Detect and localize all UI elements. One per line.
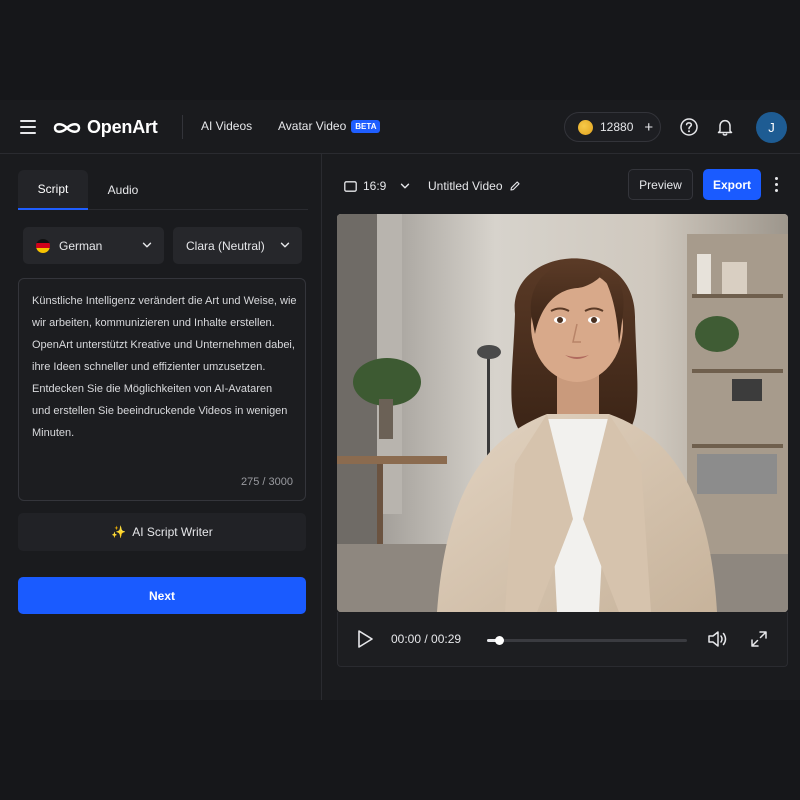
sparkles-icon: ✨: [111, 525, 127, 539]
nav-ai-videos[interactable]: AI Videos: [201, 119, 252, 133]
nav-avatar-video-label: Avatar Video: [278, 119, 347, 133]
voice-value: Clara (Neutral): [186, 238, 265, 253]
script-line: wir arbeiten, kommunizieren und Inhalte …: [32, 317, 275, 329]
script-line: ihre Ideen schneller und effizienter umz…: [32, 361, 266, 373]
player-controls: 00:00 / 00:29: [337, 612, 788, 667]
help-icon[interactable]: [679, 117, 699, 137]
nav-avatar-video[interactable]: Avatar Video BETA: [278, 119, 381, 133]
script-line: Minuten.: [32, 427, 75, 439]
tab-script-label: Script: [37, 182, 69, 196]
more-options-icon[interactable]: [775, 177, 779, 193]
preview-button-label: Preview: [639, 177, 682, 192]
export-button[interactable]: Export: [703, 169, 761, 200]
avatar-video-frame: [337, 214, 788, 612]
video-title[interactable]: Untitled Video: [428, 179, 521, 193]
script-text: Künstliche Intelligenz verändert die Art…: [32, 290, 298, 444]
voice-select[interactable]: Clara (Neutral): [173, 227, 302, 264]
logo-text: OpenArt: [87, 117, 158, 137]
video-preview[interactable]: [337, 214, 788, 612]
ai-script-writer-label: AI Script Writer: [132, 525, 213, 539]
bell-icon[interactable]: [715, 117, 735, 137]
avatar-initial: J: [768, 120, 775, 135]
fullscreen-icon[interactable]: [750, 630, 768, 648]
character-count: 275 / 3000: [241, 476, 293, 488]
seek-bar-handle[interactable]: [495, 636, 504, 645]
language-select[interactable]: German: [23, 227, 164, 264]
script-panel: Script Audio German Clara (Neutral) Küns…: [0, 154, 322, 700]
seek-bar[interactable]: [487, 636, 687, 645]
aspect-ratio-value: 16:9: [363, 179, 387, 193]
tab-script[interactable]: Script: [18, 170, 88, 210]
add-credits-button[interactable]: +: [644, 120, 653, 135]
chevron-down-icon: [280, 242, 290, 248]
script-line: OpenArt unterstützt Kreative und Unterne…: [32, 339, 295, 351]
aspect-ratio-icon: [344, 180, 357, 192]
top-bar: OpenArt AI Videos Avatar Video BETA 12880…: [0, 100, 800, 154]
play-icon[interactable]: [356, 629, 374, 649]
logo[interactable]: OpenArt: [53, 117, 158, 138]
script-line: Entdecken Sie die Möglichkeiten von AI-A…: [32, 383, 273, 395]
pencil-icon[interactable]: [509, 180, 521, 192]
coin-icon: [578, 119, 593, 135]
tab-audio[interactable]: Audio: [88, 170, 158, 210]
chevron-down-icon: [142, 242, 152, 248]
app-window: OpenArt AI Videos Avatar Video BETA 12880…: [0, 100, 800, 700]
beta-badge: BETA: [351, 120, 381, 133]
user-avatar[interactable]: J: [756, 112, 787, 143]
video-panel: 16:9 Untitled Video Preview Export 00:00…: [323, 154, 800, 700]
aspect-ratio-select[interactable]: 16:9: [344, 179, 410, 193]
german-flag-icon: [36, 238, 50, 253]
ai-script-writer-button[interactable]: ✨ AI Script Writer: [18, 513, 306, 551]
tab-bar: Script Audio: [18, 170, 308, 210]
volume-icon[interactable]: [707, 629, 729, 649]
next-button-label: Next: [148, 588, 175, 603]
credits-pill[interactable]: 12880 +: [564, 112, 661, 142]
playback-time: 00:00 / 00:29: [391, 632, 462, 646]
tab-audio-label: Audio: [107, 183, 139, 197]
openart-logo-icon: [53, 122, 81, 133]
next-button[interactable]: Next: [18, 577, 306, 614]
video-title-text: Untitled Video: [428, 179, 503, 193]
script-line: und erstellen Sie beeindruckende Videos …: [32, 405, 288, 417]
export-button-label: Export: [712, 177, 751, 192]
header-divider: [182, 115, 183, 139]
nav-ai-videos-label: AI Videos: [201, 119, 253, 133]
script-textarea[interactable]: Künstliche Intelligenz verändert die Art…: [18, 278, 306, 501]
preview-button[interactable]: Preview: [628, 169, 693, 200]
chevron-down-icon: [401, 183, 410, 189]
menu-icon[interactable]: [20, 120, 36, 134]
script-line: Künstliche Intelligenz verändert die Art…: [32, 295, 297, 307]
language-value: German: [59, 238, 103, 253]
credits-value: 12880: [600, 120, 634, 134]
